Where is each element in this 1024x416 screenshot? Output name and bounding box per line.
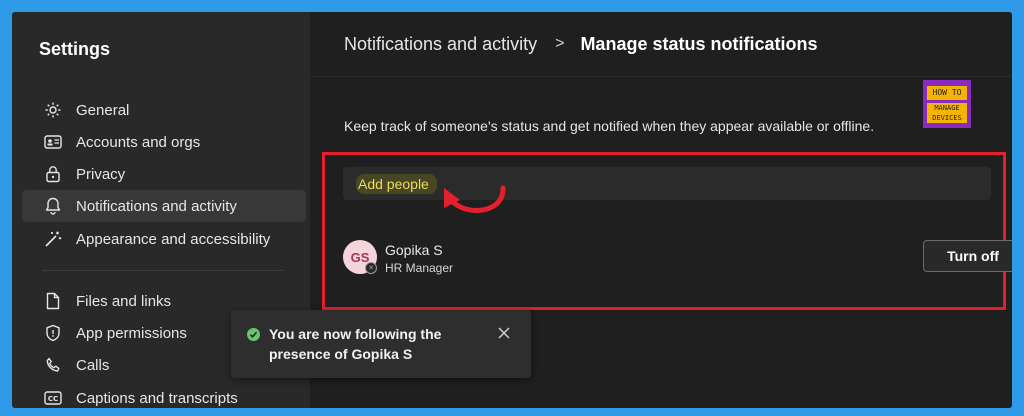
logo-line-2a: MANAGE bbox=[934, 103, 960, 112]
sidebar-item-label: Notifications and activity bbox=[76, 197, 237, 215]
bell-icon bbox=[42, 195, 64, 217]
phone-icon bbox=[42, 354, 64, 376]
sidebar-item-appearance[interactable]: Appearance and accessibility bbox=[22, 223, 306, 255]
sidebar-item-accounts[interactable]: Accounts and orgs bbox=[22, 126, 306, 158]
person-role: HR Manager bbox=[385, 261, 454, 275]
sidebar-title: Settings bbox=[39, 39, 111, 59]
logo-line-2b: DEVICES bbox=[932, 113, 962, 122]
sidebar-item-label: General bbox=[76, 101, 130, 119]
breadcrumb-separator: > bbox=[555, 35, 565, 52]
notification-toast: You are now following the presence of Go… bbox=[231, 310, 531, 378]
gear-icon bbox=[42, 99, 64, 121]
captions-icon: CC bbox=[42, 387, 64, 408]
sidebar-item-label: Accounts and orgs bbox=[76, 133, 201, 151]
sidebar-item-notifications[interactable]: Notifications and activity bbox=[22, 190, 306, 222]
breadcrumb: Notifications and activity > Manage stat… bbox=[310, 12, 1012, 77]
close-icon[interactable] bbox=[495, 324, 513, 342]
sidebar-item-label: Calls bbox=[76, 356, 110, 374]
status-description: Keep track of someone's status and get n… bbox=[344, 118, 875, 134]
id-card-icon bbox=[42, 131, 64, 153]
add-people-placeholder: Add people bbox=[356, 173, 437, 194]
sidebar-item-captions[interactable]: CC Captions and transcripts bbox=[22, 382, 306, 408]
annotation-arrow-icon bbox=[444, 185, 506, 213]
how-to-manage-devices-logo: HOW TO MANAGE DEVICES bbox=[923, 80, 971, 128]
sidebar-item-privacy[interactable]: Privacy bbox=[22, 158, 306, 190]
followed-person-row: GS ✕ Gopika S HR Manager Turn off bbox=[343, 240, 1012, 280]
turn-off-button[interactable]: Turn off bbox=[923, 240, 1012, 272]
toast-message: You are now following the presence of Go… bbox=[269, 326, 442, 362]
person-name: Gopika S bbox=[385, 242, 443, 258]
sidebar-item-label: App permissions bbox=[76, 324, 187, 342]
sidebar-item-general[interactable]: General bbox=[22, 94, 306, 126]
lock-icon bbox=[42, 163, 64, 185]
breadcrumb-parent-link[interactable]: Notifications and activity bbox=[344, 34, 537, 55]
sidebar-divider bbox=[42, 270, 284, 271]
shield-icon bbox=[42, 322, 64, 344]
sidebar-item-label: Appearance and accessibility bbox=[76, 230, 271, 248]
page-title: Manage status notifications bbox=[580, 33, 818, 54]
success-check-icon bbox=[247, 328, 260, 341]
sidebar-item-label: Privacy bbox=[76, 165, 126, 183]
logo-line-2: MANAGE DEVICES bbox=[927, 102, 967, 123]
svg-text:CC: CC bbox=[48, 395, 58, 403]
magic-wand-icon bbox=[42, 228, 64, 250]
sidebar-item-label: Captions and transcripts bbox=[76, 389, 238, 407]
sidebar-item-label: Files and links bbox=[76, 292, 172, 310]
logo-line-1: HOW TO bbox=[927, 85, 967, 100]
file-icon bbox=[42, 290, 64, 312]
presence-offline-icon: ✕ bbox=[365, 262, 377, 274]
